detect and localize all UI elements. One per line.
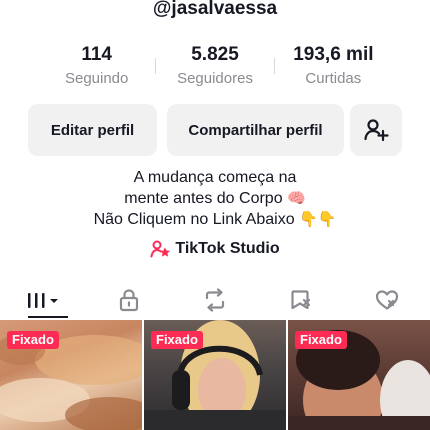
brain-emoji: 🧠: [287, 190, 306, 207]
pointing-down-emoji: 👇👇: [299, 211, 337, 228]
stat-following-value: 114: [81, 44, 112, 65]
tiktok-studio-link[interactable]: TikTok Studio: [0, 240, 430, 258]
tab-reposts[interactable]: [172, 280, 258, 320]
bio-line-1: A mudança começa na: [133, 169, 297, 186]
video-thumbnail[interactable]: Fixado: [0, 320, 142, 430]
tab-videos[interactable]: [0, 280, 86, 320]
edit-profile-button[interactable]: Editar perfil: [28, 104, 157, 156]
bio-line-2: mente antes do Corpo 🧠: [124, 190, 306, 207]
lock-icon: [119, 289, 139, 312]
video-thumbnail[interactable]: Fixado: [288, 320, 430, 430]
profile-stats: 114 Seguindo 5.825 Seguidores 193,6 mil …: [38, 42, 392, 90]
profile-tabs: [0, 280, 430, 320]
video-thumbnail[interactable]: Fixado: [144, 320, 286, 430]
stat-likes[interactable]: 193,6 mil Curtidas: [275, 43, 392, 89]
share-profile-button[interactable]: Compartilhar perfil: [167, 104, 344, 156]
pinned-badge: Fixado: [151, 331, 203, 349]
stat-likes-label: Curtidas: [305, 70, 362, 87]
bookmark-icon: [291, 290, 311, 310]
video-grid: Fixado Fixado Fixado: [0, 320, 430, 430]
grid-icon: [28, 293, 58, 308]
studio-label: TikTok Studio: [175, 240, 280, 257]
add-friend-button[interactable]: [350, 104, 402, 156]
pinned-badge: Fixado: [7, 331, 59, 349]
bio-line-3: Não Cliquem no Link Abaixo 👇👇: [93, 211, 337, 228]
tab-favorites[interactable]: [258, 280, 344, 320]
liked-icon: [375, 290, 399, 310]
add-user-icon: [364, 119, 389, 142]
studio-icon: [150, 240, 171, 258]
stat-following-label: Seguindo: [64, 70, 129, 87]
profile-handle: @jasalvaessa: [152, 0, 278, 19]
tab-liked[interactable]: [344, 280, 430, 320]
stat-followers[interactable]: 5.825 Seguidores: [156, 43, 273, 89]
tab-private[interactable]: [86, 280, 172, 320]
stat-followers-value: 5.825: [191, 44, 239, 65]
repost-icon: [205, 288, 225, 312]
pinned-badge: Fixado: [295, 331, 347, 349]
stat-followers-label: Seguidores: [177, 70, 253, 87]
stat-likes-value: 193,6 mil: [293, 44, 374, 65]
stat-following[interactable]: 114 Seguindo: [38, 43, 155, 89]
profile-bio: A mudança começa na mente antes do Corpo…: [0, 167, 430, 230]
